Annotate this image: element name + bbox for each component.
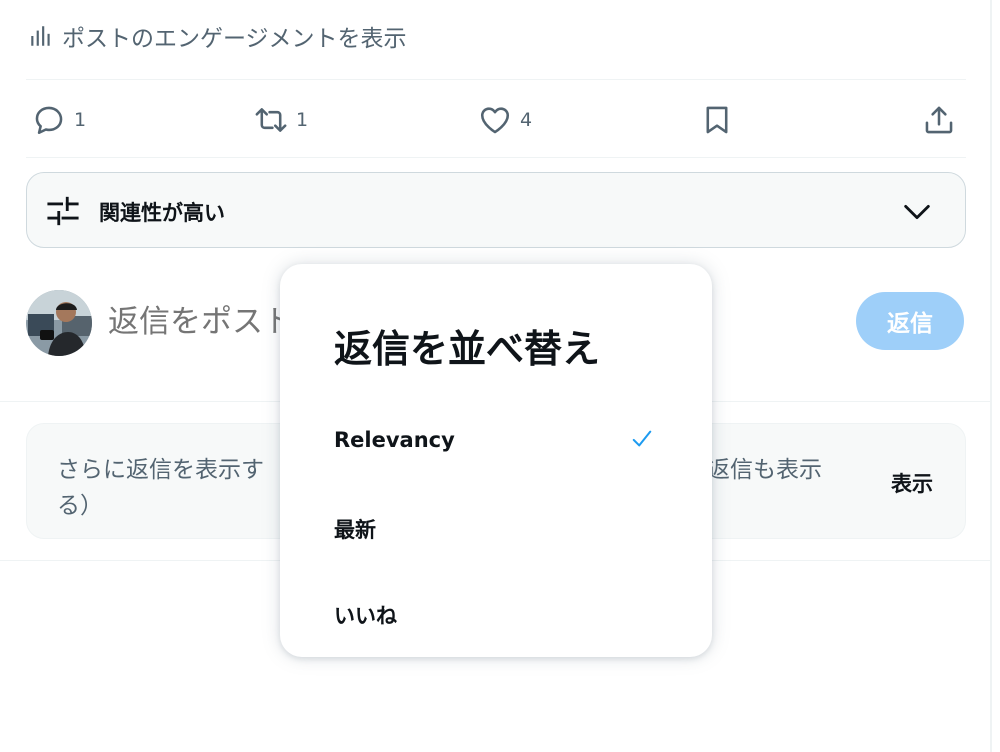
divider-actions: [26, 157, 966, 158]
sort-current-label: 関連性が高い: [99, 201, 225, 225]
show-more-button[interactable]: 表示: [891, 468, 933, 498]
bookmark-icon: [706, 106, 728, 134]
bookmark-action-button[interactable]: [700, 98, 734, 142]
share-action-button[interactable]: [922, 98, 956, 142]
checkmark-icon: [632, 430, 652, 447]
like-action-button[interactable]: 4: [478, 98, 532, 142]
sort-option-likes[interactable]: いいね: [280, 578, 712, 648]
filter-sliders-icon: [47, 196, 79, 226]
reply-submit-button[interactable]: 返信: [856, 292, 964, 350]
chevron-down-icon: [904, 204, 930, 220]
sort-option-label: いいね: [334, 604, 397, 628]
divider-top: [26, 79, 966, 80]
like-count: 4: [520, 109, 533, 131]
sort-menu-popup: 返信を並べ替え Relevancy 最新 いいね: [280, 264, 712, 657]
view-engagements-link[interactable]: ポストのエンゲージメントを表示: [28, 18, 407, 54]
reply-action-button[interactable]: 1: [32, 98, 86, 142]
show-more-text-right: 返信も表示: [707, 457, 822, 483]
reply-sort-selector[interactable]: 関連性が高い: [26, 172, 966, 248]
column-border: [990, 0, 992, 752]
avatar[interactable]: [26, 290, 92, 356]
reply-input[interactable]: [108, 300, 288, 344]
reply-count: 1: [74, 109, 87, 131]
show-more-text-line2: る）: [57, 493, 103, 519]
repost-action-button[interactable]: 1: [254, 98, 308, 142]
sort-menu-title: 返信を並べ替え: [334, 327, 601, 371]
heart-icon: [480, 107, 510, 134]
sort-option-label: Relevancy: [334, 428, 455, 452]
repost-count: 1: [296, 109, 309, 131]
share-icon: [925, 106, 953, 134]
sort-option-relevancy[interactable]: Relevancy: [280, 406, 712, 476]
show-more-text-line1: さらに返信を表示す: [57, 457, 264, 483]
repost-icon: [255, 108, 287, 132]
sort-option-label: 最新: [334, 518, 376, 542]
bar-chart-icon: [31, 26, 50, 46]
reply-icon: [35, 106, 63, 135]
engagement-label: ポストのエンゲージメントを表示: [62, 26, 407, 52]
sort-option-latest[interactable]: 最新: [280, 492, 712, 562]
